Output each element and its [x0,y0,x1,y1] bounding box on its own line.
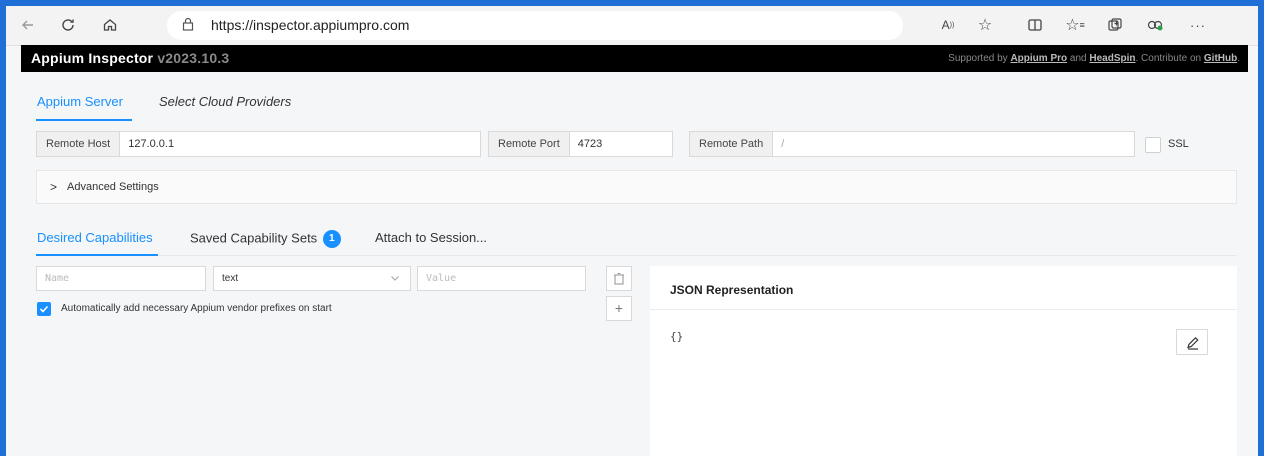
plus-icon: + [614,300,624,316]
chevron-down-icon [390,267,400,290]
tab-cloud-providers[interactable]: Select Cloud Providers [159,94,291,109]
app-version: v2023.10.3 [157,50,230,66]
ssl-label: SSL [1168,138,1189,150]
remote-host-label: Remote Host [37,132,121,156]
tab-appium-server[interactable]: Appium Server [37,94,123,109]
appium-pro-link[interactable]: Appium Pro [1010,53,1067,64]
checkmark-icon [39,305,49,313]
advanced-settings-label: Advanced Settings [67,181,159,193]
remote-port-group: Remote Port 4723 [488,131,673,157]
remote-path-group: Remote Path / [689,131,1135,157]
extensions-icon[interactable] [1143,13,1167,37]
favorite-star-icon[interactable]: ☆ [973,13,997,37]
refresh-icon[interactable] [56,13,80,37]
capability-type-select[interactable]: text [213,266,411,291]
ssl-checkbox[interactable] [1145,137,1161,153]
tab-active-indicator [36,119,132,121]
favorites-list-icon[interactable]: ☆ ≡ [1063,13,1087,37]
github-link[interactable]: GitHub [1204,53,1237,64]
capability-type-value: text [222,273,239,284]
json-divider [650,309,1237,310]
chevron-right-icon: > [50,180,58,194]
advanced-settings-collapse[interactable]: > Advanced Settings [36,170,1237,204]
cap-tab-active-indicator [36,254,158,256]
pencil-icon [1187,336,1199,350]
saved-sets-count-badge: 1 [322,230,341,248]
main-content: Appium Server Select Cloud Providers Rem… [21,72,1248,456]
read-aloud-icon[interactable]: A)) [936,13,960,37]
tab-saved-capability-sets[interactable]: Saved Capability Sets 1 [190,230,341,248]
json-body: {} [670,330,684,343]
json-representation-panel: JSON Representation {} [650,266,1237,456]
delete-capability-button[interactable] [606,266,632,291]
support-prefix: Supported by [948,53,1008,64]
support-contribute: . Contribute on [1135,53,1202,64]
capability-value-input[interactable]: Value [417,266,586,291]
address-url: https://inspector.appiumpro.com [211,17,410,33]
remote-host-input[interactable]: 127.0.0.1 [120,132,174,156]
vendor-prefix-label: Automatically add necessary Appium vendo… [61,303,332,314]
support-text: Supported by Appium Pro and HeadSpin. Co… [948,53,1240,64]
trash-icon [614,273,624,285]
add-capability-button[interactable]: + [606,296,632,321]
app-title: Appium Inspector v2023.10.3 [31,50,229,66]
home-icon[interactable] [98,13,122,37]
remote-host-group: Remote Host 127.0.0.1 [36,131,481,157]
vendor-prefix-checkbox[interactable] [37,302,51,316]
tabs-divider [36,255,1237,256]
saved-sets-label: Saved Capability Sets [190,230,318,246]
app-name: Appium Inspector [31,50,154,66]
lock-icon[interactable] [181,16,195,35]
support-end: . [1237,53,1240,64]
support-and: and [1069,53,1087,64]
capability-name-input[interactable]: Name [36,266,206,291]
remote-path-input[interactable]: / [773,132,784,156]
split-screen-icon[interactable] [1023,13,1047,37]
app-header: Appium Inspector v2023.10.3 Supported by… [21,45,1248,72]
remote-port-label: Remote Port [489,132,570,156]
tab-desired-capabilities[interactable]: Desired Capabilities [37,230,153,245]
browser-toolbar: https://inspector.appiumpro.com A)) ☆ ☆ ≡… [6,6,1258,46]
back-arrow-icon[interactable] [16,13,40,37]
address-bar[interactable]: https://inspector.appiumpro.com [167,11,903,40]
remote-port-input[interactable]: 4723 [570,132,602,156]
headspin-link[interactable]: HeadSpin [1089,53,1135,64]
collections-icon[interactable] [1103,13,1127,37]
tab-attach-to-session[interactable]: Attach to Session... [375,230,487,245]
more-icon[interactable]: ··· [1186,13,1210,37]
json-panel-title: JSON Representation [670,283,794,297]
remote-path-label: Remote Path [690,132,774,156]
edit-json-button[interactable] [1176,329,1208,355]
